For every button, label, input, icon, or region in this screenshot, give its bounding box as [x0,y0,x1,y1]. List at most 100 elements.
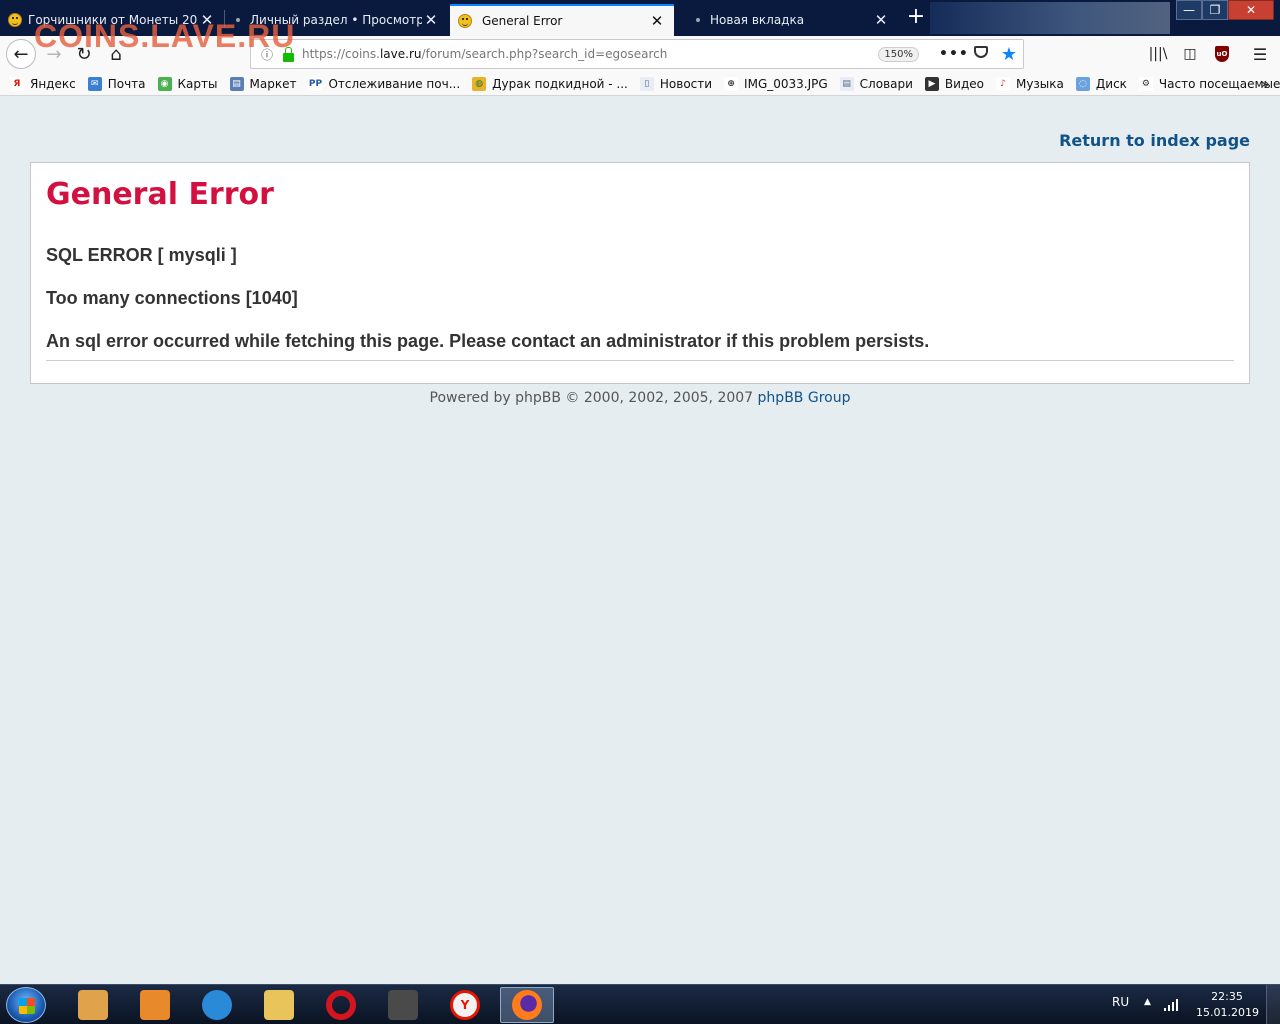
tab-lichny-razdel[interactable]: Личный раздел • Просмотр со ✕ [226,4,448,36]
return-to-index-link[interactable]: Return to index page [1059,131,1250,150]
bookmark-label: Диск [1095,76,1127,91]
bookmark-label: Яндекс [30,76,76,91]
tab-general-error[interactable]: General Error ✕ [450,4,674,36]
library-button[interactable]: |||\ [1144,40,1172,68]
lock-icon[interactable] [283,46,294,62]
taskbar: Y RU ▲ 22:35 15.01.2019 [0,984,1280,1024]
maximize-button[interactable]: ❐ [1202,0,1228,20]
error-panel: General Error SQL ERROR [ mysqli ] Too m… [30,162,1250,384]
firefox-taskbar-button[interactable] [500,987,554,1023]
faststone-viewer-icon [78,990,108,1020]
arrow-left-icon: ← [13,43,29,65]
bookmark-label: Видео [944,76,984,91]
globe-icon: ◍ [472,76,487,91]
page-actions-button[interactable]: ••• [939,46,968,62]
reload-icon: ↻ [76,43,92,65]
bookmark-star-button[interactable]: ★ [995,44,1023,65]
bookmark-label: Новости [659,76,713,91]
bookmark-label: Почта [107,76,146,91]
error-description: An sql error occurred while fetching thi… [46,331,930,351]
bookmark-item[interactable]: Я Яндекс [10,76,76,91]
divider [46,360,1234,361]
bookmark-item[interactable]: ▤ Маркет [229,76,297,91]
bookmark-label: Карты [177,76,218,91]
clock[interactable]: 22:35 15.01.2019 [1196,989,1259,1021]
media-player-taskbar-button[interactable] [128,987,182,1023]
language-indicator[interactable]: RU [1112,995,1129,1009]
bookmark-item[interactable]: ◌ Диск [1075,76,1127,91]
internet-explorer-icon [202,990,232,1020]
mail-icon: ✉ [87,76,102,91]
bookmark-item[interactable]: ▶ Видео [924,76,984,91]
opera-taskbar-button[interactable] [314,987,368,1023]
ublock-button[interactable]: uO [1208,40,1236,68]
minimize-button[interactable]: — [1176,0,1202,20]
tab-bar: Горчишники от Монеты 2013 - ✕ Личный раз… [0,0,1280,36]
home-icon: ⌂ [110,43,122,65]
sidebar-icon: ◫ [1183,46,1197,62]
star-icon: ★ [1000,43,1018,65]
market-icon: ▤ [229,76,244,91]
home-button[interactable]: ⌂ [102,40,130,68]
close-icon[interactable]: ✕ [198,11,216,29]
bookmark-item[interactable]: PP Отслеживание поч... [308,76,461,91]
hamburger-icon: ☰ [1252,44,1268,64]
bookmark-item[interactable]: ◍ Дурак подкидной - ... [472,76,628,91]
new-tab-button[interactable]: + [904,6,928,30]
bookmark-item[interactable]: ◉ Карты [157,76,218,91]
back-button[interactable]: ← [6,39,36,69]
url-path: /forum/search.php?search_id=egosearch [421,47,668,61]
start-button[interactable] [6,987,46,1023]
yandex-browser-taskbar-button[interactable]: Y [438,987,492,1023]
footer: Powered by phpBB © 2000, 2002, 2005, 200… [0,390,1280,406]
phpbb-group-link[interactable]: phpBB Group [758,390,851,406]
menu-button[interactable]: ☰ [1246,40,1274,68]
tracking-icon: PP [308,76,323,91]
tab-gorchishniki[interactable]: Горчишники от Монеты 2013 - ✕ [0,4,224,36]
dictionary-icon: ▤ [839,76,854,91]
clock-time: 22:35 [1211,990,1243,1003]
show-hidden-icons-button[interactable]: ▲ [1144,997,1151,1007]
zoom-indicator[interactable]: 150% [878,46,919,62]
bookmark-label: Маркет [249,76,297,91]
gear-icon: ⚙ [1138,76,1153,91]
bookmark-label: Словари [859,76,913,91]
close-window-button[interactable]: ✕ [1228,0,1274,20]
bookmark-label: Музыка [1015,76,1064,91]
smiley-icon [458,14,472,28]
faststone-viewer-taskbar-button[interactable] [66,987,120,1023]
url-bar[interactable]: ⓘ https://coins.lave.ru/forum/search.php… [250,39,1024,69]
forward-button[interactable]: → [40,40,68,68]
bookmarks-overflow-button[interactable]: » [1260,74,1270,93]
close-icon[interactable]: ✕ [872,11,890,29]
close-icon[interactable]: ✕ [422,11,440,29]
world-icon: ⊕ [724,76,739,91]
bookmark-label: Отслеживание поч... [328,76,461,91]
internet-explorer-taskbar-button[interactable] [190,987,244,1023]
bookmark-item[interactable]: ⊕ IMG_0033.JPG [724,76,828,91]
opera-icon [326,990,356,1020]
url-prefix: https://coins. [302,47,380,61]
pocket-button[interactable] [967,46,995,62]
bookmark-item[interactable]: ▯ Новости [639,76,713,91]
bookmark-item[interactable]: ⚙ Часто посещаемые [1138,76,1280,91]
file-explorer-taskbar-button[interactable] [252,987,306,1023]
bookmark-item[interactable]: ✉ Почта [87,76,146,91]
url-text[interactable]: https://coins.lave.ru/forum/search.php?s… [302,47,878,61]
show-desktop-button[interactable] [1266,985,1280,1024]
reload-button[interactable]: ↻ [70,40,98,68]
page-title: General Error [46,177,274,212]
info-icon[interactable]: ⓘ [257,46,277,63]
yandex-browser-icon: Y [450,990,480,1020]
daemon-tools-taskbar-button[interactable] [376,987,430,1023]
bookmark-item[interactable]: ▤ Словари [839,76,913,91]
close-icon[interactable]: ✕ [648,12,666,30]
page-icon: ▯ [639,76,654,91]
tab-new-tab[interactable]: Новая вкладка ✕ [676,4,898,36]
bookmark-item[interactable]: ♪ Музыка [995,76,1064,91]
sidebar-button[interactable]: ◫ [1176,40,1204,68]
tab-title: Новая вкладка [710,13,805,27]
network-icon[interactable] [1164,997,1180,1011]
yandex-icon: Я [10,76,24,91]
video-icon: ▶ [924,76,939,91]
